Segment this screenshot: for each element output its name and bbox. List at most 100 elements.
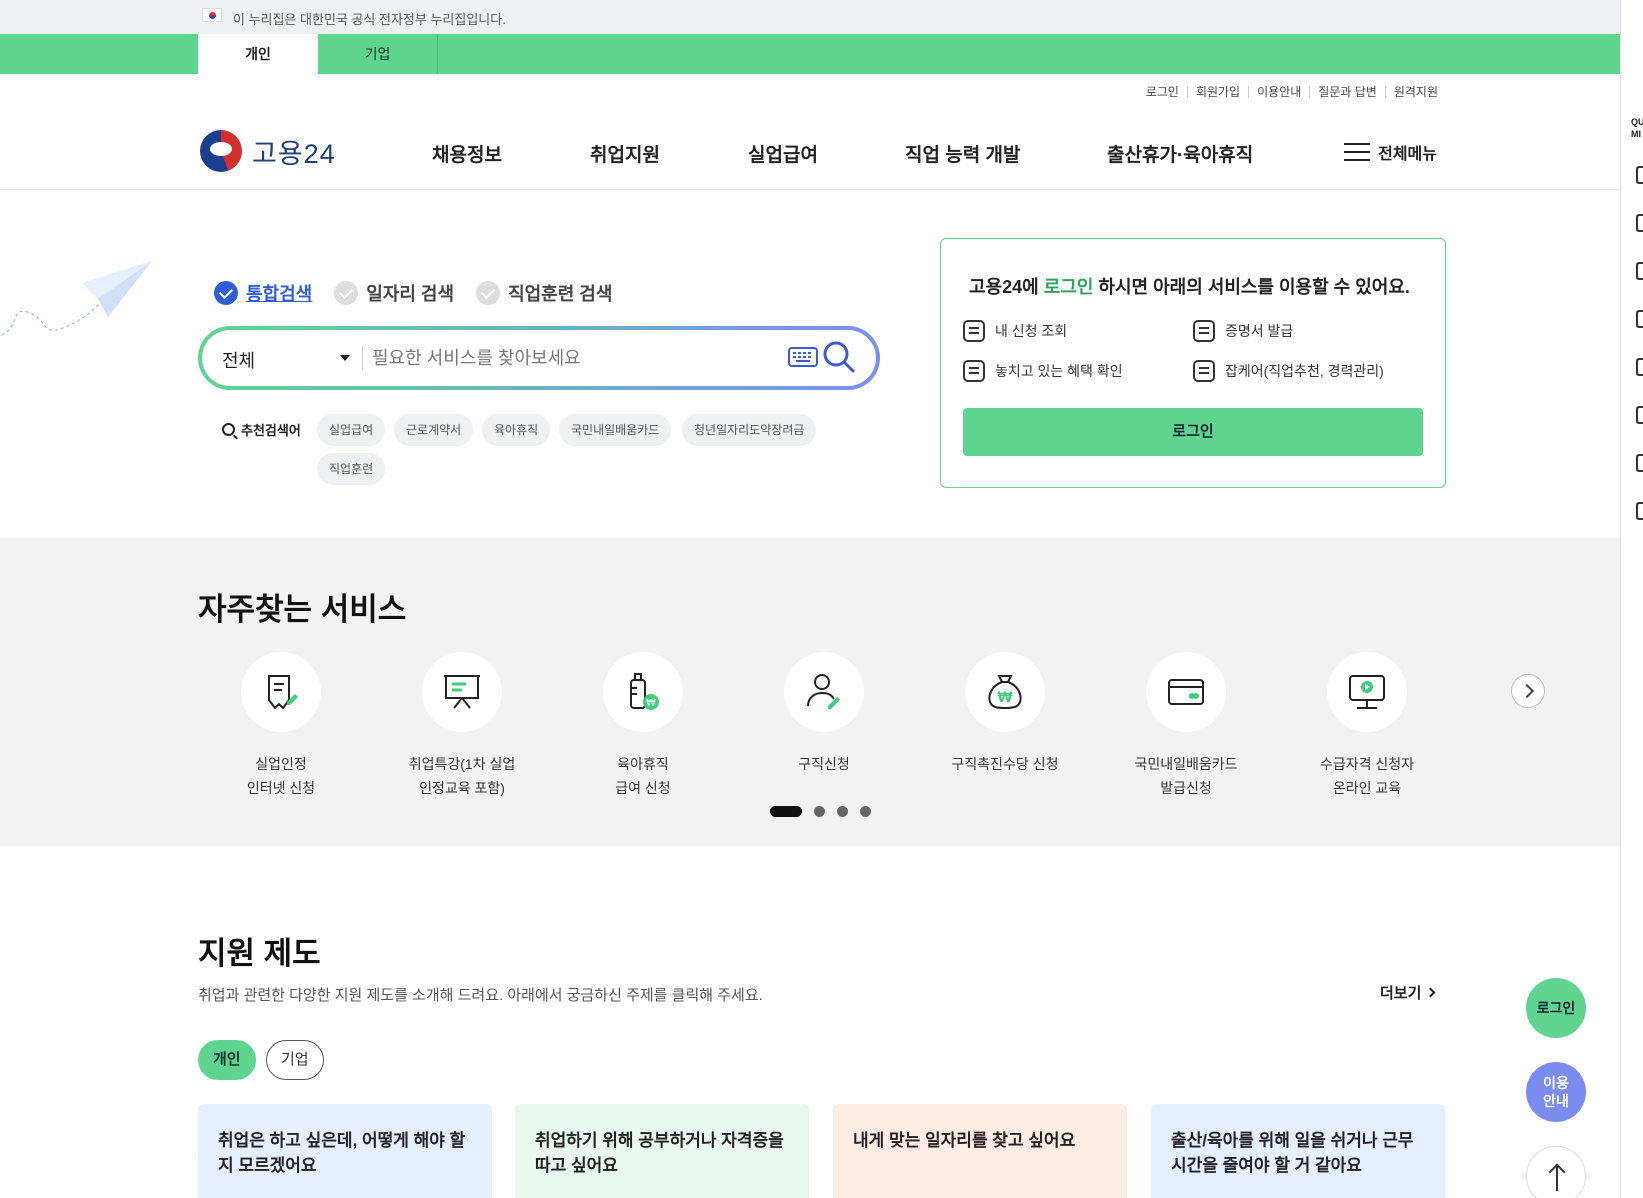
more-link[interactable]: 더보기	[1380, 982, 1436, 1003]
scroll-top-button[interactable]	[1526, 1146, 1586, 1198]
quick-menu-icon[interactable]	[1636, 262, 1643, 280]
service-icon-circle	[241, 652, 321, 732]
search-category-select[interactable]: 전체	[222, 347, 350, 373]
divider	[362, 346, 363, 370]
gov-banner-text: 이 누리집은 대한민국 공식 전자정부 누리집입니다.	[233, 12, 506, 27]
floating-guide-button[interactable]: 이용안내	[1526, 1062, 1586, 1122]
tab-personal[interactable]: 개인	[198, 34, 318, 74]
nav-item-skills-development[interactable]: 직업 능력 개발	[905, 140, 1020, 167]
tab-integrated-search[interactable]: 통합검색	[214, 280, 312, 306]
logo-text: 고용24	[252, 138, 336, 169]
support-card[interactable]: 취업하기 위해 공부하거나 자격증을 따고 싶어요	[515, 1104, 809, 1198]
check-circle-icon	[334, 281, 359, 305]
quick-menu-icon[interactable]	[1636, 358, 1643, 376]
carousel-pagination	[770, 806, 871, 817]
service-icon-circle	[784, 652, 864, 732]
service-job-seeking[interactable]: 구직신청	[744, 652, 904, 776]
tab-label: 통합검색	[246, 284, 313, 304]
title-prefix: 고용24에	[969, 277, 1044, 297]
carousel-next-button[interactable]	[1511, 674, 1545, 708]
service-online-education[interactable]: 수급자격 신청자 온라인 교육	[1287, 652, 1447, 800]
service-label: 수급자격 신청자 온라인 교육	[1319, 756, 1415, 796]
util-remote-support-link[interactable]: 원격지원	[1384, 86, 1446, 98]
carousel-dot[interactable]	[860, 806, 871, 817]
keyboard-icon[interactable]	[788, 346, 818, 368]
service-parental-leave-benefit[interactable]: ₩ 육아휴직 급여 신청	[563, 652, 723, 800]
certificate-icon	[1193, 320, 1215, 342]
nav-item-parental-leave[interactable]: 출산휴가·육아휴직	[1107, 140, 1253, 167]
keyword-chip[interactable]: 직업훈련	[317, 453, 386, 485]
util-guide-link[interactable]: 이용안내	[1248, 86, 1309, 98]
check-circle-icon	[476, 281, 501, 305]
service-job-promotion-allowance[interactable]: ₩ 구직촉진수당 신청	[925, 652, 1085, 776]
baby-bottle-won-icon: ₩	[630, 673, 659, 710]
service-icon-circle	[422, 652, 502, 732]
login-card-title: 고용24에 로그인 하시면 아래의 서비스를 이용할 수 있어요.	[969, 273, 1410, 299]
service-learning-card[interactable]: 국민내일배움카드 발급신청	[1106, 652, 1266, 800]
tab-training-search[interactable]: 직업훈련 검색	[476, 280, 612, 306]
document-search-icon	[963, 360, 985, 382]
missed-benefits-item[interactable]: 놓치고 있는 혜택 확인	[963, 360, 1123, 382]
quick-menu-icon[interactable]	[1636, 310, 1643, 328]
support-card[interactable]: 내게 맞는 일자리를 찾고 싶어요	[833, 1104, 1127, 1198]
jobcare-item[interactable]: 잡케어(직업추천, 경력관리)	[1193, 360, 1384, 382]
nav-item-employment-support[interactable]: 취업지원	[590, 140, 660, 167]
certificate-item[interactable]: 증명서 발급	[1193, 320, 1293, 342]
quick-menu-icon[interactable]	[1636, 214, 1643, 232]
tab-job-search[interactable]: 일자리 검색	[334, 280, 454, 306]
my-applications-item[interactable]: 내 신청 조회	[963, 320, 1067, 342]
paper-plane-icon	[1, 261, 152, 336]
tab-business[interactable]: 기업	[318, 34, 438, 74]
tab-support-business[interactable]: 기업	[266, 1040, 324, 1080]
keyword-chip[interactable]: 청년일자리도약장려금	[682, 414, 817, 446]
floating-login-button[interactable]: 로그인	[1526, 978, 1586, 1038]
util-login-link[interactable]: 로그인	[1138, 86, 1187, 98]
section-title: 자주찾는 서비스	[198, 592, 407, 627]
keyword-chip[interactable]: 근로계약서	[394, 414, 474, 446]
keyword-chip[interactable]: 실업급여	[317, 414, 386, 446]
monitor-play-icon	[1349, 675, 1385, 709]
login-benefits-card: 고용24에 로그인 하시면 아래의 서비스를 이용할 수 있어요. 내 신청 조…	[940, 238, 1446, 488]
quick-menu-panel: QU MI	[1620, 0, 1643, 1198]
search-icon[interactable]	[822, 340, 856, 374]
nav-item-unemployment-benefit[interactable]: 실업급여	[748, 140, 818, 167]
keyword-chip[interactable]: 국민내일배움카드	[559, 414, 672, 446]
user-type-bar: 개인 기업	[0, 34, 1620, 74]
login-button[interactable]: 로그인	[963, 408, 1423, 456]
site-logo[interactable]: 고용24	[200, 130, 336, 172]
support-card[interactable]: 취업은 하고 싶은데, 어떻게 해야 할지 모르겠어요	[198, 1104, 492, 1198]
quick-menu-icon[interactable]	[1636, 406, 1643, 424]
carousel-dot[interactable]	[770, 806, 802, 817]
chevron-right-icon	[1425, 987, 1436, 998]
util-signup-link[interactable]: 회원가입	[1186, 86, 1248, 98]
recommended-label: 추천검색어	[222, 420, 301, 439]
service-icon-circle: ₩	[603, 652, 683, 732]
all-menu-button[interactable]: 전체메뉴	[1344, 140, 1437, 164]
service-unemployment-recognition[interactable]: 실업인정 인터넷 신청	[201, 652, 361, 800]
hamburger-icon	[1344, 143, 1371, 161]
main-header: 고용24 채용정보 취업지원 실업급여 직업 능력 개발 출산휴가·육아휴직 전…	[0, 120, 1620, 190]
service-icon-circle: ₩	[965, 652, 1045, 732]
service-employment-lecture[interactable]: 취업특강(1차 실업 인정교육 포함)	[382, 652, 542, 800]
search-input[interactable]	[372, 343, 772, 373]
all-menu-label: 전체메뉴	[1378, 146, 1437, 163]
section-description: 취업과 관련한 다양한 지원 제도를 소개해 드려요. 아래에서 궁금하신 주제…	[198, 987, 763, 1004]
title-suffix: 하시면 아래의 서비스를 이용할 수 있어요.	[1093, 277, 1410, 297]
section-title: 지원 제도	[198, 936, 321, 971]
carousel-dot[interactable]	[837, 806, 848, 817]
korea-flag-icon	[202, 8, 222, 22]
tab-support-personal[interactable]: 개인	[198, 1040, 256, 1080]
quick-menu-icon[interactable]	[1636, 454, 1643, 472]
quick-menu-icon[interactable]	[1636, 166, 1643, 184]
carousel-dot[interactable]	[814, 806, 825, 817]
svg-text:₩: ₩	[997, 690, 1013, 706]
item-label: 놓치고 있는 혜택 확인	[995, 363, 1123, 379]
item-label: 증명서 발급	[1225, 323, 1294, 339]
taegeuk-logo-icon	[200, 130, 242, 172]
quick-menu-icon[interactable]	[1636, 502, 1643, 520]
keyword-chip[interactable]: 육아휴직	[482, 414, 551, 446]
util-qna-link[interactable]: 질문과 답변	[1309, 86, 1385, 98]
nav-item-jobs[interactable]: 채용정보	[432, 140, 502, 167]
support-card[interactable]: 출산/육아를 위해 일을 쉬거나 근무시간을 줄여야 할 거 같아요	[1151, 1104, 1445, 1198]
clipboard-clock-icon	[1193, 360, 1215, 382]
